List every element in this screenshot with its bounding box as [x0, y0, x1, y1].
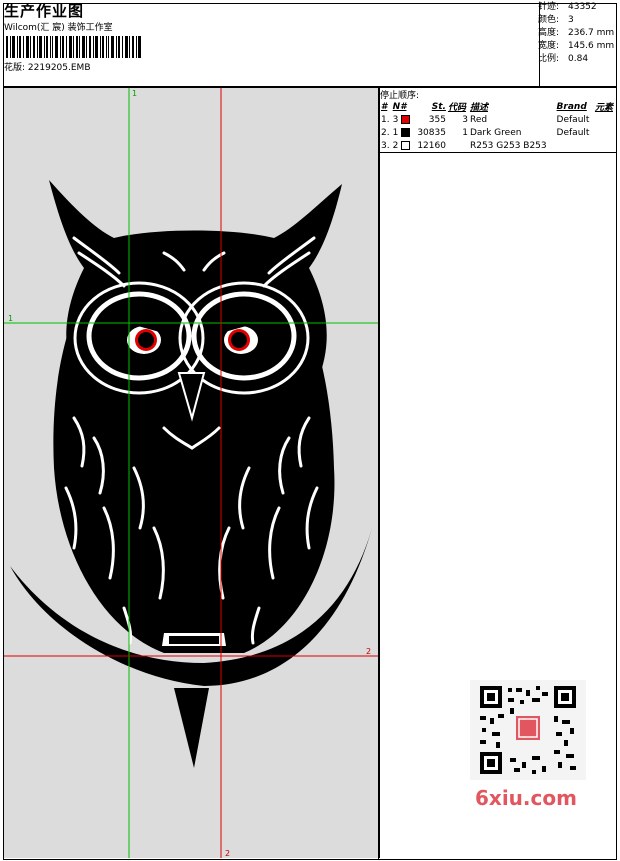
stat-stitches-value: 43352 — [568, 2, 597, 12]
stat-height: 高度: 236.7 mm — [538, 27, 614, 40]
page-title: 生产作业图 — [4, 2, 85, 20]
row-num: 1. — [381, 114, 390, 125]
row-desc: R253 G253 B253 — [469, 140, 547, 151]
owl-design: 1 1 2 2 — [4, 88, 379, 858]
table-header-row: # N# St. 代码 描述 Brand 元素 — [380, 100, 616, 114]
row-brand: Default — [556, 114, 590, 125]
row-n-value: 1 — [392, 127, 399, 138]
spike — [174, 688, 209, 768]
row-num: 2. — [381, 127, 390, 138]
stop-sequence-title: 停止顺序: — [380, 91, 420, 101]
design-file-line: 花版: 2219205.EMB — [4, 60, 91, 73]
col-header-num: # — [381, 101, 388, 112]
watermark-text: 6xiu.com — [475, 786, 577, 810]
green-top-label: 1 — [132, 89, 137, 98]
row-element — [594, 126, 616, 139]
table-row: 1. 3 355 3 Red Default — [380, 113, 616, 126]
stat-width-label: 宽度: — [538, 41, 560, 51]
stat-height-value: 236.7 mm — [568, 28, 615, 38]
stat-width-value: 145.6 mm — [568, 41, 615, 51]
stat-stitches-label: 针迹: — [538, 2, 560, 12]
row-n-value: 3 — [392, 114, 399, 125]
barcode — [6, 36, 141, 58]
stop-sequence-table: # N# St. 代码 描述 Brand 元素 1. 3 355 3 Red D… — [380, 100, 616, 152]
stat-scale-value: 0.84 — [568, 54, 589, 64]
row-n: 2 — [392, 139, 414, 152]
row-st: 30835 — [417, 127, 446, 138]
red-right-label: 2 — [366, 647, 371, 656]
row-st: 355 — [428, 114, 446, 125]
row-num: 3. — [381, 140, 390, 151]
table-row: 3. 2 12160 R253 G253 B253 — [380, 139, 616, 152]
color-swatch — [401, 114, 411, 124]
color-swatch — [401, 140, 411, 150]
stop-sequence-panel: 停止顺序: # N# St. 代码 描述 Brand 元素 1. 3 355 3… — [380, 88, 616, 153]
panel-separator — [378, 88, 379, 859]
col-header-brand: Brand — [556, 101, 587, 112]
row-code: 1 — [462, 127, 468, 138]
stats-panel: 针迹: 43352 颜色: 3 高度: 236.7 mm 宽度: 145.6 mm 比例… — [538, 1, 614, 66]
row-desc: Dark Green — [469, 127, 522, 138]
stat-width: 宽度: 145.6 mm — [538, 40, 614, 53]
stat-colors-value: 3 — [568, 15, 574, 25]
design-label: 花版: — [4, 63, 26, 73]
stat-stitches: 针迹: 43352 — [538, 1, 614, 14]
stat-colors: 颜色: 3 — [538, 14, 614, 27]
stat-scale-label: 比例: — [538, 54, 560, 64]
col-header-element: 元素 — [594, 103, 613, 113]
row-brand: Default — [556, 127, 590, 138]
color-swatch — [401, 127, 411, 137]
company-name: Wilcom(汇 宸) 装饰工作室 — [4, 23, 113, 33]
row-desc: Red — [469, 114, 488, 125]
row-n-value: 2 — [392, 140, 399, 151]
col-header-st: St. — [431, 101, 446, 112]
red-bottom-label: 2 — [225, 849, 230, 858]
col-header-n: N# — [392, 101, 407, 112]
row-code: 3 — [462, 114, 468, 125]
design-canvas: 1 1 2 2 — [4, 88, 380, 858]
row-code — [447, 139, 469, 152]
row-n: 3 — [392, 113, 414, 126]
row-st: 12160 — [417, 140, 446, 151]
qr-code-icon — [470, 680, 586, 780]
col-header-desc: 描述 — [469, 103, 488, 113]
row-n: 1 — [392, 126, 414, 139]
stat-scale: 比例: 0.84 — [538, 53, 614, 66]
stat-colors-label: 颜色: — [538, 15, 560, 25]
design-file: 2219205.EMB — [27, 63, 91, 73]
stat-height-label: 高度: — [538, 28, 560, 38]
green-left-label: 1 — [8, 314, 13, 323]
row-element — [594, 113, 616, 126]
table-row: 2. 1 30835 1 Dark Green Default — [380, 126, 616, 139]
row-brand — [556, 139, 594, 152]
stop-sequence-table-wrap: # N# St. 代码 描述 Brand 元素 1. 3 355 3 Red D… — [380, 100, 616, 153]
row-element — [594, 139, 616, 152]
col-header-code: 代码 — [447, 103, 466, 113]
